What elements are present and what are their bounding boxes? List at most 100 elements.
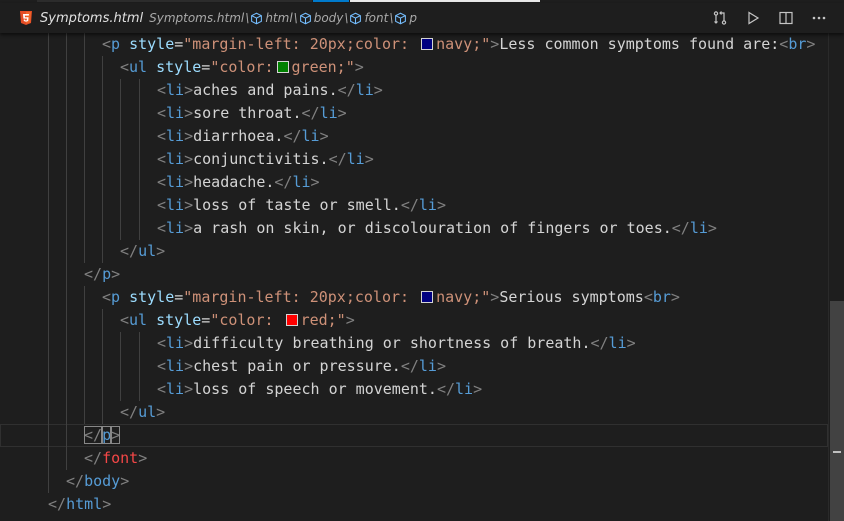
code-token: = (201, 311, 211, 329)
indent-guide (48, 56, 49, 79)
code-line[interactable]: <ul style="color: red;"> (0, 309, 828, 332)
code-token: "margin-left: 20px;color: (183, 288, 419, 306)
code-line[interactable]: </p> (0, 424, 828, 447)
code-token: "color: (210, 311, 283, 329)
code-token: > (184, 81, 194, 99)
tab-strip-segment (37, 0, 312, 2)
indent-guide (139, 102, 140, 125)
code-line[interactable]: <li>chest pain or pressure.</li> (0, 355, 828, 378)
indent-guide (120, 217, 121, 240)
code-token: > (184, 219, 194, 237)
code-line[interactable]: </p> (0, 263, 828, 286)
code-line[interactable]: </body> (0, 470, 828, 493)
indent-guide (48, 33, 49, 56)
indent-guide (102, 148, 103, 171)
code-text: </p> (84, 424, 121, 447)
code-line[interactable]: <p style="margin-left: 20px;color: navy;… (0, 33, 828, 56)
vertical-scrollbar[interactable] (828, 33, 844, 521)
code-line[interactable]: <ul style="color: green;"> (0, 56, 828, 79)
editor-toolbar (700, 3, 832, 33)
code-token: </ (84, 265, 103, 283)
code-line[interactable]: </font> (0, 447, 828, 470)
breadcrumb-bar: Symptoms.html Symptoms.html \ html \ body \ fo… (0, 3, 844, 33)
breadcrumb: Symptoms.html \ html \ body \ font \ p (149, 11, 417, 25)
code-token: > (184, 127, 194, 145)
code-line[interactable]: </html> (0, 493, 828, 516)
code-token: difficulty breathing or shortness of bre… (193, 334, 591, 352)
indent-guide (102, 309, 103, 332)
code-token: > (184, 357, 194, 375)
more-actions-button[interactable] (806, 5, 832, 31)
code-line[interactable]: <li>headache.</li> (0, 171, 828, 194)
indent-guide (84, 148, 85, 171)
code-text: </ul> (120, 240, 165, 263)
breadcrumb-item-p[interactable]: p (394, 11, 417, 25)
code-line[interactable]: <li>loss of taste or smell.</li> (0, 194, 828, 217)
breadcrumb-separator: \ (344, 11, 349, 25)
code-text: <p style="margin-left: 20px;color: navy;… (102, 286, 680, 309)
code-line[interactable]: <p style="margin-left: 20px;color: navy;… (0, 286, 828, 309)
editor-window: Symptoms.html Symptoms.html \ html \ body \ fo… (0, 0, 844, 521)
run-button[interactable] (740, 5, 766, 31)
split-editor-button[interactable] (773, 5, 799, 31)
code-token: green;" (291, 58, 355, 76)
code-line[interactable]: <li>conjunctivitis.</li> (0, 148, 828, 171)
code-token: </ (274, 173, 293, 191)
indent-guide (120, 148, 121, 171)
indent-guide (48, 148, 49, 171)
code-text: <li>headache.</li> (157, 171, 320, 194)
indent-guide (139, 125, 140, 148)
indent-guide (102, 240, 103, 263)
code-token: "color: (210, 58, 274, 76)
indent-guide (66, 33, 67, 56)
breadcrumb-file-name[interactable]: Symptoms.html (40, 11, 143, 26)
breadcrumb-item-symptoms-html[interactable]: Symptoms.html \ (149, 11, 250, 25)
code-token: </ (671, 219, 690, 237)
code-token: ul (129, 58, 148, 76)
code-line[interactable]: <li>a rash on skin, or discolouration of… (0, 217, 828, 240)
code-line[interactable]: </ul> (0, 240, 828, 263)
code-token: li (166, 150, 185, 168)
color-swatch[interactable] (421, 38, 434, 50)
color-swatch[interactable] (285, 314, 298, 326)
breadcrumb-item-body[interactable]: body \ (299, 11, 350, 25)
breadcrumb-item-font[interactable]: font \ (349, 11, 394, 25)
breadcrumb-item-html[interactable]: html \ (250, 11, 298, 25)
code-line[interactable]: <li>loss of speech or movement.</li> (0, 378, 828, 401)
code-token: li (166, 173, 185, 191)
color-swatch[interactable] (276, 61, 289, 73)
indent-guide (66, 401, 67, 424)
color-swatch[interactable] (421, 291, 434, 303)
indent-guide (84, 332, 85, 355)
code-editor[interactable]: <p style="margin-left: 20px;color: navy;… (0, 33, 828, 521)
code-token: li (608, 334, 627, 352)
code-token: li (355, 81, 374, 99)
code-line[interactable]: <li>aches and pains.</li> (0, 79, 828, 102)
indent-guide (48, 125, 49, 148)
code-line[interactable]: <li>diarrhoea.</li> (0, 125, 828, 148)
code-line[interactable]: <li>sore throat.</li> (0, 102, 828, 125)
code-token: < (157, 104, 167, 122)
indent-guide (84, 33, 85, 56)
code-token: > (184, 334, 194, 352)
code-text: </ul> (120, 401, 165, 424)
code-token: Serious symptoms (499, 288, 644, 306)
code-token: li (166, 334, 185, 352)
indent-guide (102, 401, 103, 424)
indent-guide (120, 102, 121, 125)
code-line[interactable]: </ul> (0, 401, 828, 424)
code-token: > (111, 426, 121, 444)
indent-guide (48, 470, 49, 493)
code-token: </ (301, 104, 320, 122)
active-tab-indicator (313, 0, 349, 2)
code-token: li (166, 219, 185, 237)
code-token: > (138, 449, 148, 467)
open-changes-button[interactable] (707, 5, 733, 31)
indent-guide (48, 286, 49, 309)
code-token: > (473, 380, 483, 398)
code-line[interactable]: <li>difficulty breathing or shortness of… (0, 332, 828, 355)
code-token: loss of speech or movement. (193, 380, 437, 398)
scrollbar-thumb[interactable] (830, 301, 844, 521)
code-text: <li>diarrhoea.</li> (157, 125, 329, 148)
